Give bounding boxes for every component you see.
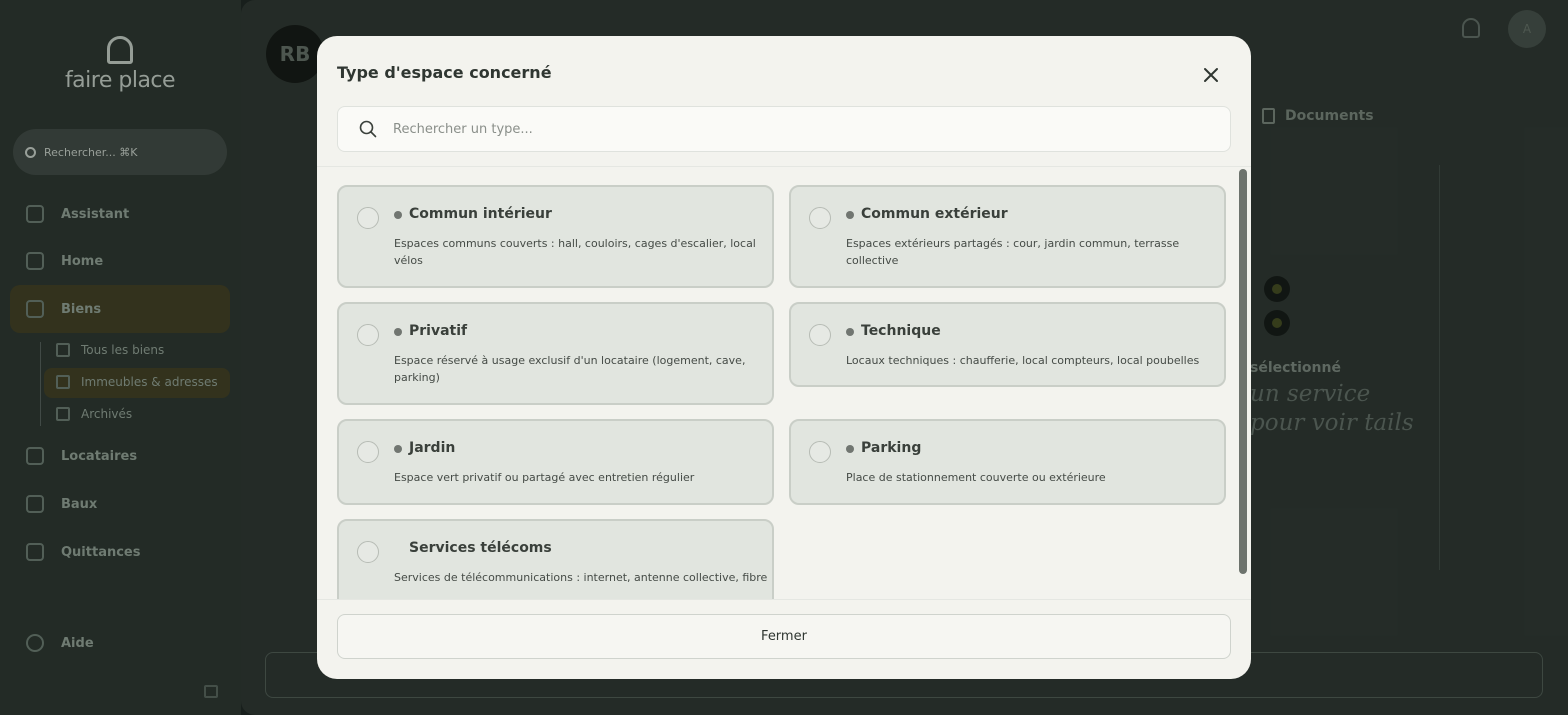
search-icon bbox=[348, 107, 388, 151]
bullet-dot-icon bbox=[846, 445, 854, 453]
option-commun-exterieur[interactable]: Commun extérieur Espaces extérieurs part… bbox=[789, 185, 1226, 288]
divider bbox=[317, 166, 1251, 167]
radio-button[interactable] bbox=[357, 541, 379, 563]
option-description: Espaces extérieurs partagés : cour, jard… bbox=[846, 237, 1180, 267]
radio-button[interactable] bbox=[357, 207, 379, 229]
option-title: Services télécoms bbox=[409, 540, 552, 556]
option-title: Commun extérieur bbox=[861, 206, 1008, 222]
radio-button[interactable] bbox=[809, 441, 831, 463]
option-description: Espaces communs couverts : hall, couloir… bbox=[394, 237, 756, 267]
space-type-modal: Type d'espace concerné Commun intérieur … bbox=[317, 36, 1251, 679]
bullet-dot-icon bbox=[394, 328, 402, 336]
option-description: Espace réservé à usage exclusif d'un loc… bbox=[394, 354, 746, 384]
option-privatif[interactable]: Privatif Espace réservé à usage exclusif… bbox=[337, 302, 774, 405]
bullet-dot-icon bbox=[846, 211, 854, 219]
bullet-dot-icon bbox=[394, 211, 402, 219]
radio-button[interactable] bbox=[357, 324, 379, 346]
radio-button[interactable] bbox=[809, 207, 831, 229]
option-technique[interactable]: Technique Locaux techniques : chaufferie… bbox=[789, 302, 1226, 387]
type-search-input[interactable] bbox=[393, 121, 1213, 137]
option-title: Privatif bbox=[409, 323, 468, 339]
radio-button[interactable] bbox=[809, 324, 831, 346]
divider bbox=[317, 599, 1251, 600]
radio-button[interactable] bbox=[357, 441, 379, 463]
bullet-dot-icon bbox=[846, 328, 854, 336]
option-description: Espace vert privatif ou partagé avec ent… bbox=[394, 471, 695, 484]
option-title: Jardin bbox=[409, 440, 456, 456]
list-scrollbar[interactable] bbox=[1239, 169, 1247, 574]
close-icon bbox=[1204, 68, 1218, 82]
bullet-dot-icon bbox=[394, 445, 402, 453]
close-button[interactable] bbox=[1198, 62, 1224, 88]
option-parking[interactable]: Parking Place de stationnement couverte … bbox=[789, 419, 1226, 505]
option-title: Commun intérieur bbox=[409, 206, 552, 222]
option-title: Parking bbox=[861, 440, 922, 456]
option-title: Technique bbox=[861, 323, 941, 339]
option-description: Locaux techniques : chaufferie, local co… bbox=[846, 354, 1200, 367]
option-description: Services de télécommunications : interne… bbox=[394, 571, 768, 584]
option-description: Place de stationnement couverte ou extér… bbox=[846, 471, 1106, 484]
space-type-list: Commun intérieur Espaces communs couvert… bbox=[337, 185, 1226, 600]
close-footer-button[interactable]: Fermer bbox=[337, 614, 1231, 659]
option-services-telecoms[interactable]: Services télécoms Services de télécommun… bbox=[337, 519, 774, 600]
type-search[interactable] bbox=[337, 106, 1231, 152]
modal-title: Type d'espace concerné bbox=[337, 63, 552, 82]
option-jardin[interactable]: Jardin Espace vert privatif ou partagé a… bbox=[337, 419, 774, 505]
option-commun-interieur[interactable]: Commun intérieur Espaces communs couvert… bbox=[337, 185, 774, 288]
